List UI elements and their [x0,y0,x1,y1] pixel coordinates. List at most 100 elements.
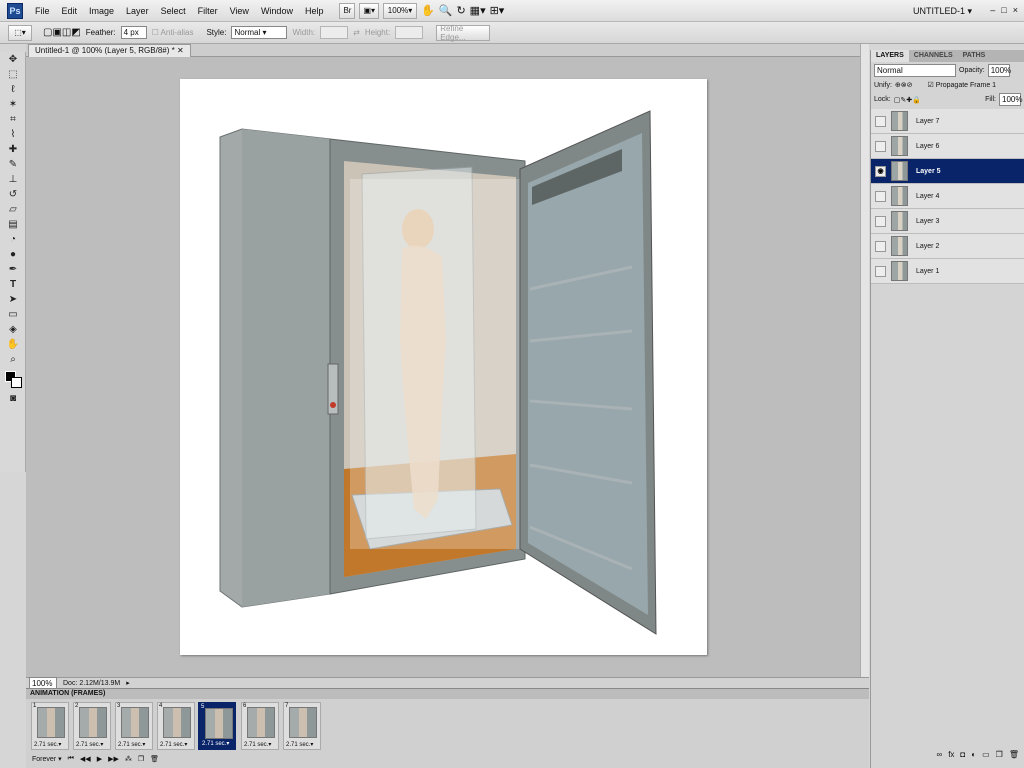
marquee-tool-icon[interactable]: ⬚ [0,67,26,82]
type-tool-icon[interactable]: T [0,277,26,292]
gradient-tool-icon[interactable]: ▤ [0,217,26,232]
screen-mode-icon[interactable]: ⊞▾ [490,4,505,17]
layer-style-icon[interactable]: fx [948,750,954,762]
hand-tool-icon[interactable]: ✋ [0,337,26,352]
duplicate-frame-icon[interactable]: ❐ [138,755,144,763]
trash-icon[interactable]: 🗑 [1009,750,1019,762]
document-tab[interactable]: Untitled-1 @ 100% (Layer 5, RGB/8#) * ✕ [28,44,191,57]
visibility-toggle[interactable] [875,190,886,202]
healing-brush-icon[interactable]: ✚ [0,142,26,157]
visibility-toggle[interactable] [875,240,886,252]
unify-icons[interactable]: ⊕⊗⊘ [895,81,913,89]
move-tool-icon[interactable]: ✥ [0,52,26,67]
animation-frame-3[interactable]: 3 2.71 sec.▾ [115,702,153,750]
blend-mode-select[interactable]: Normal [874,64,956,77]
eraser-tool-icon[interactable]: ▱ [0,202,26,217]
delete-frame-icon[interactable]: 🗑 [150,755,159,763]
rotate-view-icon[interactable]: ↻ [456,4,465,17]
fill-input[interactable]: 100% [999,93,1022,106]
menu-window[interactable]: Window [255,0,299,22]
status-menu-icon[interactable]: ▸ [126,679,130,687]
feather-input[interactable]: 4 px [120,26,147,39]
menu-layer[interactable]: Layer [120,0,155,22]
menu-view[interactable]: View [224,0,255,22]
zoom-level-select[interactable]: 100% ▾ [383,2,418,19]
animation-frame-5[interactable]: 5 2.71 sec.▾ [198,702,236,750]
clone-stamp-icon[interactable]: ⊥ [0,172,26,187]
layer-row-3[interactable]: Layer 3 [871,209,1024,234]
visibility-toggle[interactable] [875,140,886,152]
close-tab-icon[interactable]: ✕ [177,46,184,55]
layer-row-1[interactable]: Layer 1 [871,259,1024,284]
loop-select[interactable]: Forever ▾ [32,755,62,763]
opacity-input[interactable]: 100% [987,64,1011,77]
vertical-scrollbar[interactable] [860,44,869,677]
frame-delay[interactable]: 2.71 sec.▾ [244,741,271,748]
adjustment-layer-icon[interactable]: ◐ [971,750,976,762]
play-icon[interactable]: ▶ [97,755,102,763]
animation-frame-7[interactable]: 7 2.71 sec.▾ [283,702,321,750]
close-button[interactable]: × [1013,5,1018,15]
animation-frame-4[interactable]: 4 2.71 sec.▾ [157,702,195,750]
dodge-tool-icon[interactable]: ● [0,247,26,262]
zoom-tool-icon[interactable]: ⌕ [0,352,26,367]
view-extras-button[interactable]: ▣▾ [359,2,380,19]
menu-edit[interactable]: Edit [56,0,84,22]
hand-tool-icon[interactable]: ✋ [421,4,435,17]
pen-tool-icon[interactable]: ✒ [0,262,26,277]
frame-delay[interactable]: 2.71 sec.▾ [286,741,313,748]
frame-delay[interactable]: 2.71 sec.▾ [34,741,61,748]
antialias-checkbox[interactable]: ☐ Anti-alias [152,28,194,37]
frame-delay[interactable]: 2.71 sec.▾ [118,741,145,748]
layer-row-6[interactable]: Layer 6 [871,134,1024,159]
tab-layers[interactable]: LAYERS [871,50,909,62]
menu-filter[interactable]: Filter [192,0,224,22]
visibility-toggle[interactable] [875,115,886,127]
brush-tool-icon[interactable]: ✎ [0,157,26,172]
document-canvas[interactable] [180,79,707,655]
refine-edge-button[interactable]: Refine Edge... [436,24,491,42]
maximize-button[interactable]: □ [1001,5,1006,15]
lasso-tool-icon[interactable]: ℓ [0,82,26,97]
lock-icons[interactable]: ▢✎✚🔒 [894,96,921,104]
visibility-toggle[interactable] [875,265,886,277]
frame-delay[interactable]: 2.71 sec.▾ [202,740,229,747]
background-color-swatch[interactable] [10,376,22,388]
bridge-button[interactable]: Br [339,2,356,19]
swap-icon[interactable]: ⇄ [353,28,360,37]
quick-mask-icon[interactable]: ◙ [0,391,26,406]
first-frame-icon[interactable]: ⏮ [68,755,74,763]
eye-icon[interactable]: ◉ [875,165,886,177]
arrange-documents-icon[interactable]: ▦▾ [470,4,486,17]
new-group-icon[interactable]: ▭ [982,750,990,762]
tab-paths[interactable]: PATHS [958,50,991,62]
selection-mode-icons[interactable]: ▢▣◫◩ [43,27,81,38]
eyedropper-icon[interactable]: ⌇ [0,127,26,142]
prev-frame-icon[interactable]: ◀◀ [80,755,91,763]
zoom-tool-icon[interactable]: 🔍 [439,4,453,17]
history-brush-icon[interactable]: ↺ [0,187,26,202]
width-input[interactable] [320,26,349,39]
menu-select[interactable]: Select [155,0,192,22]
path-selection-icon[interactable]: ➤ [0,292,26,307]
frame-delay[interactable]: 2.71 sec.▾ [76,741,103,748]
animation-frame-2[interactable]: 2 2.71 sec.▾ [73,702,111,750]
3d-rotate-icon[interactable]: ◈ [0,322,26,337]
tween-icon[interactable]: ⁂ [125,755,132,763]
height-input[interactable] [395,26,424,39]
animation-frame-6[interactable]: 6 2.71 sec.▾ [241,702,279,750]
layer-row-7[interactable]: Layer 7 [871,109,1024,134]
propagate-checkbox[interactable]: ☑ Propagate Frame 1 [928,81,997,89]
frame-delay[interactable]: 2.71 sec.▾ [160,741,187,748]
menu-help[interactable]: Help [299,0,330,22]
magic-wand-icon[interactable]: ✶ [0,97,26,112]
style-select[interactable]: Normal ▾ [231,26,288,39]
link-layers-icon[interactable]: ∞ [936,750,942,762]
crop-tool-icon[interactable]: ⌗ [0,112,26,127]
layer-row-4[interactable]: Layer 4 [871,184,1024,209]
blur-tool-icon[interactable]: ◔ [0,232,26,247]
layer-row-5[interactable]: ◉ Layer 5 [871,159,1024,184]
new-layer-icon[interactable]: ❐ [996,750,1003,762]
visibility-toggle[interactable] [875,215,886,227]
add-mask-icon[interactable]: ◘ [960,750,965,762]
